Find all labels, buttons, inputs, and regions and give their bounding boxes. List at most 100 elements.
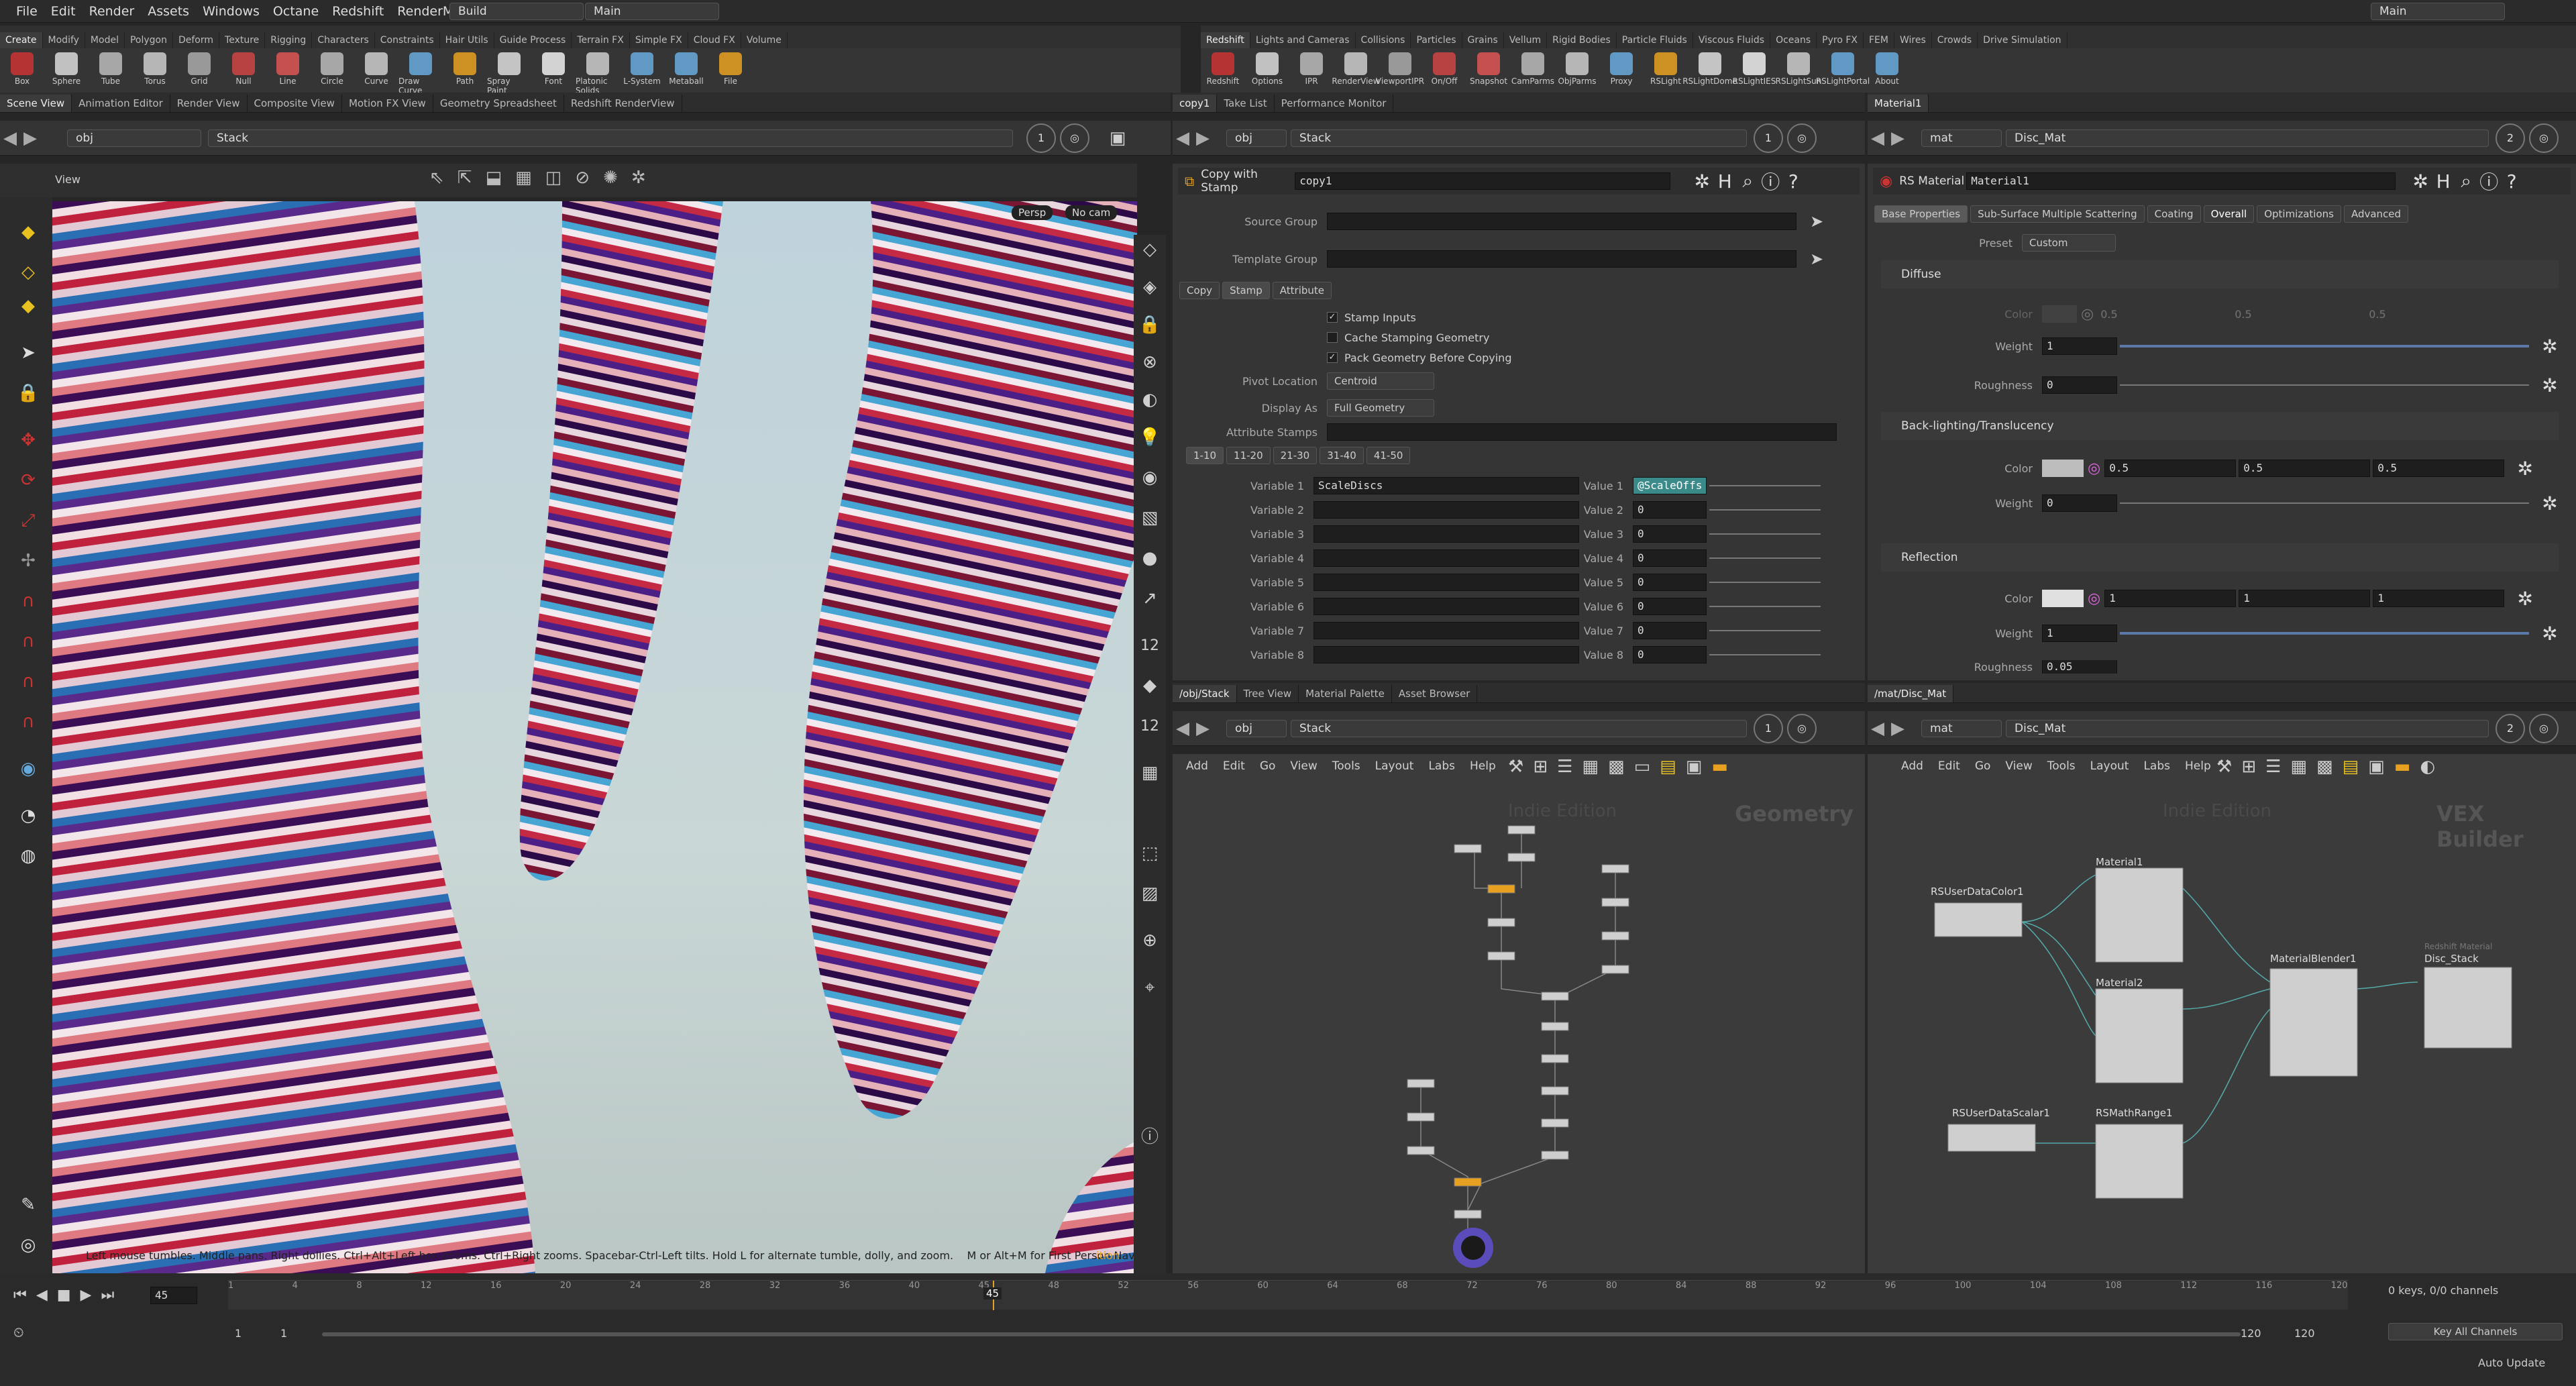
parms-path-stack[interactable]: Stack: [1291, 129, 1747, 147]
pin-display-icon[interactable]: ⌖: [1135, 973, 1165, 1002]
node-rsuserdatacolor[interactable]: RSUserDataColor1: [1931, 886, 2024, 898]
range-tab-21-30[interactable]: 21-30: [1273, 447, 1318, 464]
parms-pin-icon[interactable]: ◎: [1787, 123, 1817, 153]
step-back-icon[interactable]: ◀: [36, 1287, 48, 1303]
reflection-rough-field[interactable]: 0.05: [2042, 660, 2117, 674]
value-field[interactable]: 0: [1633, 549, 1707, 567]
tab-material1[interactable]: Material1: [1868, 95, 1929, 112]
jump-end-icon[interactable]: ⏭: [101, 1287, 114, 1303]
shelf-tab-deform[interactable]: Deform: [173, 32, 220, 48]
menu-windows[interactable]: Windows: [196, 0, 266, 23]
menu-render[interactable]: Render: [83, 0, 142, 23]
value-field[interactable]: 0: [1633, 501, 1707, 519]
material-info-icon[interactable]: ⓘ: [2477, 170, 2500, 193]
back-arrow-icon[interactable]: ◀: [0, 128, 20, 148]
material-pin-icon[interactable]: ◎: [2529, 123, 2559, 153]
backlight-weight-slider[interactable]: [2120, 502, 2529, 504]
material-tab-base-properties[interactable]: Base Properties: [1874, 205, 1968, 223]
material-gear-icon[interactable]: ✲: [2409, 170, 2432, 193]
pose-tool-icon[interactable]: ◆: [13, 291, 43, 321]
shelf-tool-circle[interactable]: Circle: [310, 48, 354, 86]
material-tab-sub-surface-multiple-scattering[interactable]: Sub-Surface Multiple Scattering: [1970, 205, 2145, 223]
attribute-stamps-field[interactable]: [1327, 423, 1837, 441]
handle-tool-icon[interactable]: ⇱: [458, 168, 472, 188]
shelf-tool-camparms[interactable]: CamParms: [1511, 48, 1555, 86]
node-materialblender[interactable]: MaterialBlender1: [2270, 953, 2357, 965]
visualizer-icon[interactable]: ⊕: [1135, 926, 1165, 955]
net-forward-icon[interactable]: ▶: [1193, 718, 1213, 739]
shelf-tool-rslightportal[interactable]: RSLightPortal: [1816, 48, 1870, 86]
magnet-2-icon[interactable]: ∩: [13, 627, 43, 656]
camera-menu[interactable]: No cam: [1065, 205, 1118, 220]
shelf-tab-characters[interactable]: Characters: [312, 32, 375, 48]
shelf-tool-metaball[interactable]: Metaball: [664, 48, 708, 86]
sphere-tool-icon[interactable]: ◉: [13, 754, 43, 784]
shelf-tab-terrain-fx[interactable]: Terrain FX: [572, 32, 630, 48]
range-tab-1-10[interactable]: 1-10: [1186, 447, 1224, 464]
shelf-tool-line[interactable]: Line: [266, 48, 310, 86]
key-all-channels-button[interactable]: Key All Channels: [2388, 1323, 2563, 1340]
tab-animation-editor[interactable]: Animation Editor: [72, 95, 170, 112]
reflection-section[interactable]: Reflection: [1881, 543, 2559, 572]
tab-tree-view[interactable]: Tree View: [1237, 685, 1299, 702]
current-frame-field[interactable]: 45: [150, 1287, 197, 1304]
material-tab-coating[interactable]: Coating: [2147, 205, 2201, 223]
vex-path-mat[interactable]: mat: [1921, 719, 2002, 737]
shelf-tab-texture[interactable]: Texture: [219, 32, 266, 48]
network-number[interactable]: 1: [1026, 123, 1056, 153]
variable-name-field[interactable]: [1313, 549, 1579, 567]
backlight-g[interactable]: 0.5: [2239, 460, 2371, 477]
tab-take-list[interactable]: Take List: [1217, 95, 1275, 112]
material-tab-optimizations[interactable]: Optimizations: [2257, 205, 2341, 223]
notes-icon[interactable]: ✎: [13, 1190, 43, 1220]
shelf-tool-spray-paint[interactable]: Spray Paint: [487, 48, 531, 95]
shelf-tab-collisions[interactable]: Collisions: [1356, 32, 1411, 48]
shelf-tab-simple-fx[interactable]: Simple FX: [630, 32, 688, 48]
tab-disc-mat[interactable]: /mat/Disc_Mat: [1868, 685, 1954, 702]
shelf-tool-on-off[interactable]: On/Off: [1422, 48, 1466, 86]
tab-asset-browser[interactable]: Asset Browser: [1392, 685, 1478, 702]
shelf-tab-redshift[interactable]: Redshift: [1201, 32, 1250, 48]
prim-icon[interactable]: ◆: [1135, 671, 1165, 700]
select-tool-icon[interactable]: ⇖: [429, 168, 444, 188]
play-icon[interactable]: ▶: [80, 1287, 92, 1303]
reflection-weight-field[interactable]: 1: [2042, 625, 2117, 642]
shelf-tool-viewportipr[interactable]: ViewportIPR: [1376, 48, 1424, 86]
auto-update-label[interactable]: Auto Update: [2478, 1356, 2545, 1369]
headlight-icon[interactable]: ◉: [1135, 463, 1165, 492]
net-path-stack[interactable]: Stack: [1291, 719, 1747, 737]
vex-back-icon[interactable]: ◀: [1868, 718, 1888, 739]
shelf-tool-about[interactable]: About: [1865, 48, 1909, 86]
value-field[interactable]: 0: [1633, 574, 1707, 591]
material-path-disc[interactable]: Disc_Mat: [2006, 129, 2489, 147]
handle-icon[interactable]: ✢: [13, 546, 43, 576]
source-group-field[interactable]: [1327, 213, 1796, 230]
tab-composite-view[interactable]: Composite View: [248, 95, 342, 112]
numbers-2-icon[interactable]: 12: [1135, 711, 1165, 741]
value-slider[interactable]: [1709, 509, 1821, 511]
reflection-color-wheel-icon[interactable]: ◎: [2088, 590, 2100, 607]
checkbox-row[interactable]: ✓ Pack Geometry Before Copying: [1327, 348, 1511, 368]
menu-edit[interactable]: Edit: [44, 0, 83, 23]
select-arrow-2-icon[interactable]: ➤: [1810, 250, 1823, 268]
vex-forward-icon[interactable]: ▶: [1888, 718, 1908, 739]
lock-icon[interactable]: 🔒: [13, 378, 43, 408]
snap-icon[interactable]: ◎: [13, 1230, 43, 1260]
variable-name-field[interactable]: ScaleDiscs: [1313, 477, 1579, 494]
backlight-color-wheel-icon[interactable]: ◎: [2088, 460, 2100, 477]
vex-pin-icon[interactable]: ◎: [2529, 713, 2559, 743]
view-tool-icon[interactable]: ◆: [13, 217, 43, 247]
backlight-weight-field[interactable]: 0: [2042, 494, 2117, 512]
value-field[interactable]: 0: [1633, 598, 1707, 615]
forward-arrow-icon[interactable]: ▶: [20, 128, 40, 148]
shelf-tab-lights-and-cameras[interactable]: Lights and Cameras: [1250, 32, 1356, 48]
reflection-weight-gear-icon[interactable]: ✲: [2538, 622, 2561, 645]
tab-performance-monitor[interactable]: Performance Monitor: [1275, 95, 1394, 112]
checkbox-unchecked-icon[interactable]: [1327, 332, 1338, 343]
search-icon[interactable]: ⌕: [1736, 170, 1759, 193]
backlight-color-gear-icon[interactable]: ✲: [2514, 457, 2536, 480]
gear-icon[interactable]: ✲: [1690, 170, 1713, 193]
info-icon[interactable]: ⓘ: [1135, 1120, 1165, 1150]
diffuse-rough-slider[interactable]: [2120, 384, 2529, 386]
diffuse-weight-gear-icon[interactable]: ✲: [2538, 335, 2561, 358]
